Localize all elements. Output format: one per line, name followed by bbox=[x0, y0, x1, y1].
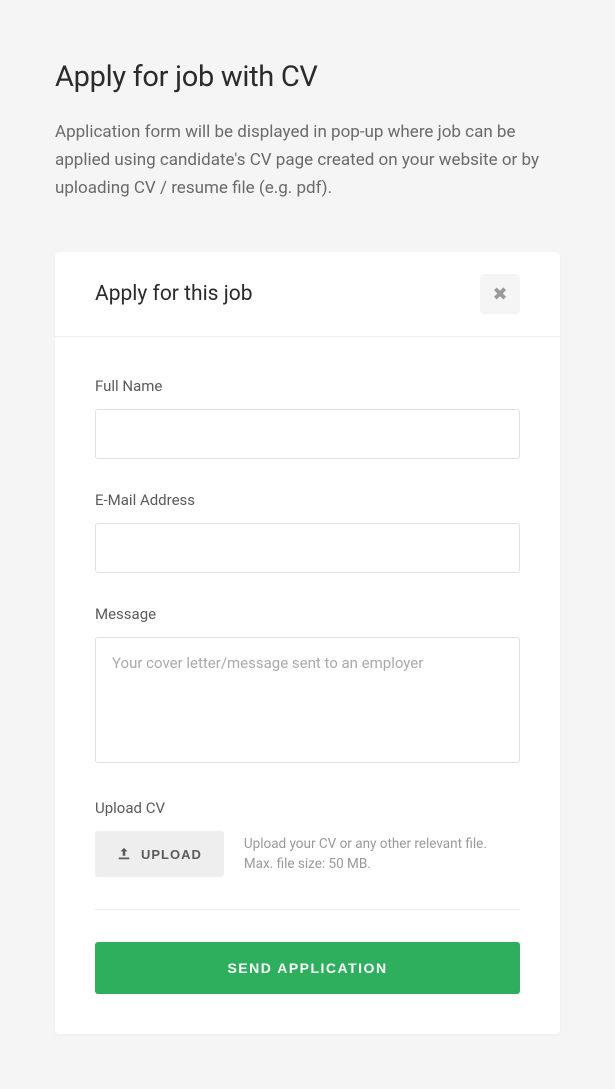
divider bbox=[95, 909, 520, 910]
modal-title: Apply for this job bbox=[95, 282, 253, 306]
upload-button[interactable]: Upload bbox=[95, 831, 224, 877]
upload-cv-label: Upload CV bbox=[95, 799, 520, 817]
modal-header: Apply for this job ✖ bbox=[55, 252, 560, 337]
upload-icon bbox=[117, 847, 131, 861]
apply-modal: Apply for this job ✖ Full Name E-Mail Ad… bbox=[55, 252, 560, 1034]
upload-row: Upload Upload your CV or any other relev… bbox=[95, 831, 520, 877]
full-name-input[interactable] bbox=[95, 409, 520, 459]
email-label: E-Mail Address bbox=[95, 491, 520, 509]
upload-cv-group: Upload CV Upload Upload your CV or any o… bbox=[95, 799, 520, 877]
close-icon: ✖ bbox=[492, 284, 507, 305]
message-label: Message bbox=[95, 605, 520, 623]
email-group: E-Mail Address bbox=[95, 491, 520, 573]
send-application-button[interactable]: Send Application bbox=[95, 942, 520, 994]
email-input[interactable] bbox=[95, 523, 520, 573]
message-group: Message bbox=[95, 605, 520, 767]
close-button[interactable]: ✖ bbox=[480, 274, 520, 314]
page-description: Application form will be displayed in po… bbox=[55, 118, 560, 202]
modal-body: Full Name E-Mail Address Message Upload … bbox=[55, 337, 560, 1034]
upload-hint: Upload your CV or any other relevant fil… bbox=[244, 834, 487, 875]
message-textarea[interactable] bbox=[95, 637, 520, 763]
upload-hint-line2: Max. file size: 50 MB. bbox=[244, 856, 371, 872]
full-name-group: Full Name bbox=[95, 377, 520, 459]
full-name-label: Full Name bbox=[95, 377, 520, 395]
page-title: Apply for job with CV bbox=[55, 60, 560, 94]
upload-hint-line1: Upload your CV or any other relevant fil… bbox=[244, 836, 487, 852]
upload-button-label: Upload bbox=[141, 847, 202, 862]
